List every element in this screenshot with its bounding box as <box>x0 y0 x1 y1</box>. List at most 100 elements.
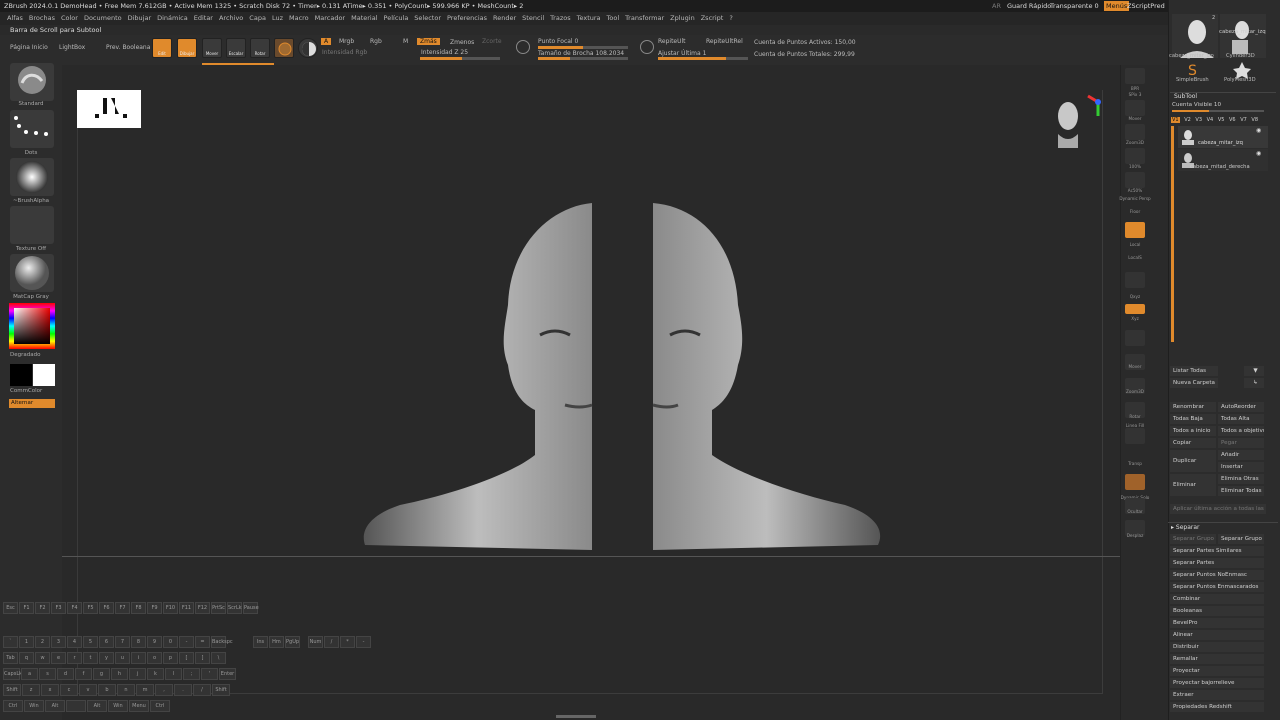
menu-material[interactable]: Material <box>351 14 377 22</box>
right-head-half[interactable] <box>652 203 881 550</box>
delete-button[interactable]: Eliminar <box>1170 474 1216 496</box>
bottom-row-key[interactable]: c <box>60 684 78 696</box>
top-row-key[interactable]: q <box>19 652 34 664</box>
secondary-color-swatch[interactable] <box>10 364 32 386</box>
extract-section[interactable]: Extraer <box>1170 690 1264 700</box>
tab-v7[interactable]: V7 <box>1240 117 1247 123</box>
menu-help[interactable]: ? <box>729 14 732 22</box>
copy-button[interactable]: Copiar <box>1170 438 1216 448</box>
scroll-button[interactable] <box>1125 100 1145 116</box>
bottom-row-key[interactable]: Shift <box>3 684 21 696</box>
boolean-section[interactable]: Booleanas <box>1170 606 1264 616</box>
rotate-button[interactable]: Rotar <box>250 38 270 58</box>
bottom-row-key[interactable]: , <box>155 684 173 696</box>
draw-button[interactable]: Dibujar <box>177 38 197 58</box>
remesh-section[interactable]: Remallar <box>1170 654 1264 664</box>
tab-v4[interactable]: V4 <box>1207 117 1214 123</box>
modifier-row-key[interactable]: Alt <box>45 700 65 712</box>
rgb-intensity-slider[interactable]: Intensidad Rgb <box>322 49 367 56</box>
menu-document[interactable]: Documento <box>84 14 122 22</box>
function-key[interactable]: F3 <box>51 602 66 614</box>
stroke-dots-button[interactable] <box>10 110 54 148</box>
menu-zplugin[interactable]: Zplugin <box>670 14 695 22</box>
top-row-key[interactable]: p <box>163 652 178 664</box>
number-row-key[interactable]: 3 <box>51 636 66 648</box>
head-model[interactable] <box>340 195 900 565</box>
modifier-row-key[interactable]: Ctrl <box>3 700 23 712</box>
zadd-toggle[interactable]: Zmás <box>417 38 440 45</box>
function-key[interactable]: F2 <box>35 602 50 614</box>
top-row-key[interactable]: w <box>35 652 50 664</box>
menu-preferences[interactable]: Preferencias <box>447 14 487 22</box>
function-key[interactable]: F9 <box>147 602 162 614</box>
distribute-section[interactable]: Distribuir <box>1170 642 1264 652</box>
eye-icon[interactable]: ◉ <box>1256 127 1261 134</box>
texture-button[interactable] <box>10 206 54 244</box>
top-row-key[interactable]: ] <box>195 652 210 664</box>
align-section[interactable]: Alinear <box>1170 630 1264 640</box>
xyz-button[interactable] <box>1125 304 1145 314</box>
gyro-button[interactable] <box>298 38 318 58</box>
menu-macro[interactable]: Macro <box>289 14 309 22</box>
all-high-button[interactable]: Todas Alta <box>1218 414 1264 424</box>
menu-render[interactable]: Render <box>493 14 516 22</box>
top-row-key[interactable]: Tab <box>3 652 18 664</box>
lightbox-button[interactable]: LightBox <box>59 44 85 51</box>
number-row-key[interactable]: - <box>179 636 194 648</box>
menu-stencil[interactable]: Stencil <box>522 14 544 22</box>
separate-header[interactable]: ▸ Separar <box>1168 522 1278 532</box>
zoom-button[interactable] <box>1125 124 1145 140</box>
numpad-key[interactable]: Num <box>308 636 323 648</box>
number-row-key[interactable]: 7 <box>115 636 130 648</box>
nav-key[interactable]: Hm <box>269 636 284 648</box>
scale-button[interactable]: Escalar <box>226 38 246 58</box>
project-section[interactable]: Proyectar <box>1170 666 1264 676</box>
merge-section[interactable]: Combinar <box>1170 594 1264 604</box>
numpad-key[interactable]: / <box>324 636 339 648</box>
visible-count-slider[interactable]: Cuenta Visible 10 <box>1172 102 1221 108</box>
home-row-key[interactable]: g <box>93 668 110 680</box>
function-key[interactable]: F7 <box>115 602 130 614</box>
delete-others-button[interactable]: Elimina Otras <box>1218 474 1264 484</box>
brush-size-slider[interactable]: Tamaño de Brocha 108.2034 <box>538 50 624 57</box>
actual-button[interactable] <box>1125 148 1145 164</box>
bottom-row-key[interactable]: n <box>117 684 135 696</box>
duplicate-button[interactable]: Duplicar <box>1170 450 1216 472</box>
top-row-key[interactable]: y <box>99 652 114 664</box>
subtool-item-1[interactable]: cabeza_mitar_izq ◉ <box>1178 126 1268 148</box>
tab-v8[interactable]: V8 <box>1251 117 1258 123</box>
apply-last-button[interactable]: Aplicar última acción a todas las <box>1170 504 1266 514</box>
autoreorder-button[interactable]: AutoReorder <box>1218 402 1264 412</box>
modifier-row-key[interactable]: Win <box>24 700 44 712</box>
m-toggle[interactable]: M <box>403 38 408 45</box>
draw-size-icon[interactable] <box>640 40 654 54</box>
bottom-row-key[interactable]: / <box>193 684 211 696</box>
home-row-key[interactable]: CapsLk <box>3 668 22 680</box>
separate-similar-button[interactable]: Separar Partes Similares <box>1170 546 1264 556</box>
modifier-row-key[interactable]: Menu <box>129 700 149 712</box>
subtool-item-2[interactable]: cabeza_mitad_derecha ◉ <box>1178 149 1268 171</box>
home-row-key[interactable]: h <box>111 668 128 680</box>
function-key[interactable]: F10 <box>163 602 178 614</box>
move-button[interactable]: Mover <box>202 38 222 58</box>
bottom-row-key[interactable]: . <box>174 684 192 696</box>
rgb-toggle[interactable]: Rgb <box>370 38 382 45</box>
primary-color-swatch[interactable] <box>33 364 55 386</box>
function-key[interactable]: Esc <box>3 602 18 614</box>
function-key[interactable]: F12 <box>195 602 210 614</box>
top-row-key[interactable]: u <box>115 652 130 664</box>
separate-parts-button[interactable]: Separar Partes <box>1170 558 1264 568</box>
lsym-button[interactable] <box>1125 272 1145 288</box>
tab-v1[interactable]: V1 <box>1171 117 1180 123</box>
modifier-row-key[interactable]: Win <box>108 700 128 712</box>
home-row-key[interactable]: Enter <box>219 668 236 680</box>
tab-v2[interactable]: V2 <box>1184 117 1191 123</box>
function-key[interactable]: F4 <box>67 602 82 614</box>
brush-size-track[interactable] <box>538 57 628 60</box>
zcut-toggle[interactable]: Zcorte <box>482 38 502 45</box>
separate-group-dim-button[interactable]: Separar Grupo <box>1170 534 1216 544</box>
bottom-tray-handle[interactable] <box>556 715 596 718</box>
project-relief-section[interactable]: Proyectar bajorrelieve <box>1170 678 1264 688</box>
focal-track[interactable] <box>538 46 628 49</box>
frame-button[interactable] <box>1125 330 1145 346</box>
